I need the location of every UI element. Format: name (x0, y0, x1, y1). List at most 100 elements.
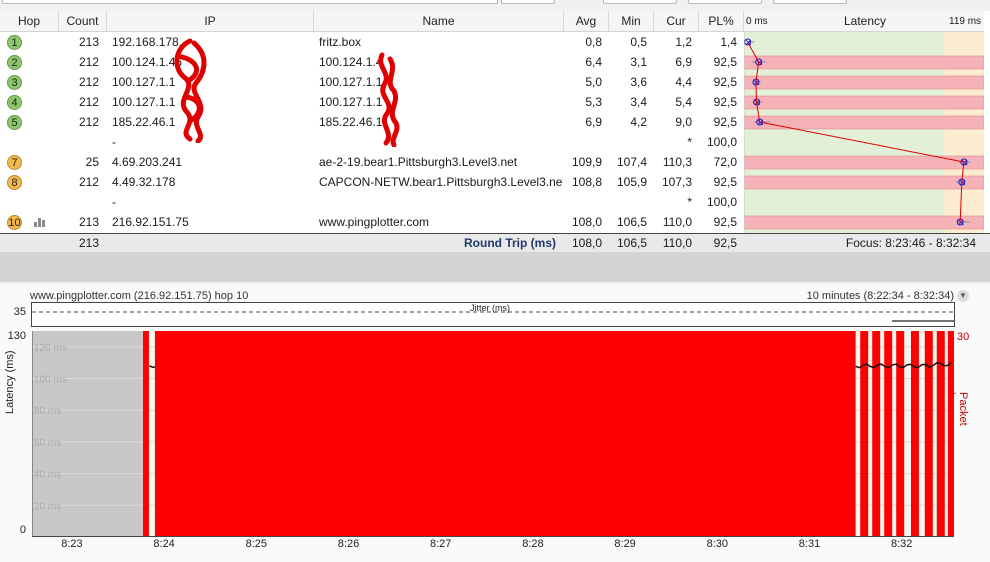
bar-chart-icon[interactable] (34, 217, 46, 227)
jitter-label: Jitter (ms) (470, 303, 510, 313)
hop-pl: 92,5 (713, 115, 737, 129)
hop-row[interactable]: 10 213 216.92.151.75 www.pingplotter.com 108… (0, 212, 744, 232)
col-avg[interactable]: Avg (564, 11, 609, 32)
hop-number-badge: 10 (7, 215, 22, 230)
hop-cur: * (687, 195, 692, 209)
x-tick-label: 8:25 (245, 538, 268, 550)
packet-loss-bar (744, 95, 984, 110)
x-tick-label: 8:30 (706, 538, 729, 550)
col-pl[interactable]: PL% (699, 11, 744, 32)
hop-ip: 4.69.203.241 (112, 155, 183, 169)
loss-bar (896, 331, 905, 537)
summary-focus[interactable]: Focus: 8:23:46 - 8:32:34 (744, 234, 976, 252)
trace-button-fragment[interactable] (501, 0, 555, 4)
y-grid-label: 100 ms (34, 375, 67, 386)
hop-cur: 9,0 (675, 115, 692, 129)
hop-ip: 185.22.46.1 (112, 115, 176, 129)
y-max-tick: 130 (7, 330, 26, 342)
col-ip[interactable]: IP (107, 11, 314, 32)
hop-row[interactable]: 1 213 192.168.178. fritz.box 0,8 0,5 1,2 1,4 (0, 32, 744, 52)
loss-block (154, 331, 856, 537)
col-cur[interactable]: Cur (654, 11, 699, 32)
packet-loss-bar (744, 115, 984, 130)
hop-number-badge: 4 (7, 95, 22, 110)
hop-min: 3,6 (630, 75, 647, 89)
col-count[interactable]: Count (59, 11, 107, 32)
focus-select-fragment[interactable] (688, 0, 762, 4)
y-grid-label: 60 ms (34, 438, 61, 449)
hop-name: 185.22.46.1 (319, 115, 383, 129)
hop-avg (564, 192, 602, 212)
hop-row[interactable]: 2 212 100.124.1.46 100.124.1.4 6,4 3,1 6,9 92,5 (0, 52, 744, 72)
jitter-max-tick: 35 (13, 306, 26, 318)
hop-min (609, 132, 647, 152)
hop-pl: 1,4 (720, 35, 737, 49)
trace-grid: Hop Count IP Name Avg Min Cur PL% 1 213 19… (0, 11, 990, 233)
y-grid-label: 120 ms (34, 343, 67, 354)
hop-pl: 92,5 (713, 55, 737, 69)
hop-pl: 92,5 (713, 215, 737, 229)
hop-min (609, 192, 647, 212)
hop-count: 213 (78, 215, 99, 229)
hop-name: 100.127.1.1 (319, 95, 383, 109)
x-tick-label: 8:31 (798, 538, 821, 550)
hop-min: 106,5 (616, 215, 647, 229)
hop-row[interactable]: - * 100,0 (0, 132, 744, 152)
hop-row[interactable]: 4 212 100.127.1.1 100.127.1.1 5,3 3,4 5,4 92,5 (0, 92, 744, 112)
packet-loss-bar (744, 55, 984, 70)
packet-loss-bar (744, 175, 984, 190)
latency-min-label: 0 ms (746, 16, 768, 27)
options-fragment[interactable] (773, 0, 847, 4)
hop-name (319, 192, 563, 212)
loss-bar (936, 331, 945, 537)
hop-name: 100.124.1.4 (319, 55, 383, 69)
hop-ip: 216.92.151.75 (112, 215, 189, 229)
hop-name: 100.127.1.1 (319, 75, 383, 89)
x-tick-label: 8:29 (614, 538, 636, 550)
hop-cur: 107,3 (661, 175, 692, 189)
hop-avg: 5,3 (585, 95, 602, 109)
hop-pl: 92,5 (713, 95, 737, 109)
hop-pl: 92,5 (713, 175, 737, 189)
hop-row[interactable]: 7 25 4.69.203.241 ae-2-19.bear1.Pittsburgh3… (0, 152, 744, 172)
graph-title: www.pingplotter.com (216.92.151.75) hop … (30, 290, 249, 302)
packet-loss-bar (744, 215, 984, 230)
latency-chart: ×××××××× (744, 32, 984, 233)
hop-row[interactable]: 5 212 185.22.46.1 185.22.46.1 6,9 4,2 9,0 92,5 (0, 112, 744, 132)
hop-cur: 6,9 (675, 55, 692, 69)
loss-bar (947, 331, 954, 537)
loss-max-tick: 30 (957, 331, 970, 343)
latency-timeline-plot[interactable]: 120 ms 100 ms 80 ms 60 ms 40 ms 20 ms (32, 331, 954, 537)
hop-count: 212 (78, 75, 99, 89)
hop-row[interactable]: - * 100,0 (0, 192, 744, 212)
hop-name: fritz.box (319, 35, 362, 49)
hop-ip: 100.127.1.1 (112, 95, 176, 109)
col-name[interactable]: Name (314, 11, 564, 32)
hop-avg: 6,9 (585, 115, 602, 129)
graph-range[interactable]: 10 minutes (8:22:34 - 8:32:34) (807, 290, 954, 302)
hop-cur: 110,3 (662, 155, 692, 169)
chevron-down-icon[interactable]: ▼ (957, 290, 969, 302)
col-hop[interactable]: Hop (0, 11, 59, 32)
hop-count: 212 (78, 95, 99, 109)
y-grid-label: 40 ms (34, 470, 61, 481)
toolbar-strip (0, 0, 990, 10)
packet-loss-bar (744, 155, 984, 170)
hop-name (319, 132, 563, 152)
hop-ip: 100.127.1.1 (112, 75, 176, 89)
interval-select-fragment[interactable] (603, 0, 677, 4)
hop-count: 212 (78, 175, 99, 189)
hop-row[interactable]: 8 212 4.49.32.178 CAPCON-NETW.bear1.Pittsbu… (0, 172, 744, 192)
hop-row[interactable]: 3 212 100.127.1.1 100.127.1.1 5,0 3,6 4,4 92,5 (0, 72, 744, 92)
y-axis-label: Latency (ms) (4, 350, 16, 414)
hop-min: 3,1 (630, 55, 647, 69)
target-input-fragment[interactable] (2, 0, 498, 4)
loss-bar (142, 331, 149, 537)
summary-pl: 92,5 (713, 236, 737, 250)
summary-label: Round Trip (ms) (464, 236, 556, 250)
col-min[interactable]: Min (609, 11, 654, 32)
hop-avg: 109,9 (571, 155, 602, 169)
hop-cur: 110,0 (662, 215, 692, 229)
hop-pl: 100,0 (706, 195, 737, 209)
hop-number-badge: 1 (7, 35, 22, 50)
